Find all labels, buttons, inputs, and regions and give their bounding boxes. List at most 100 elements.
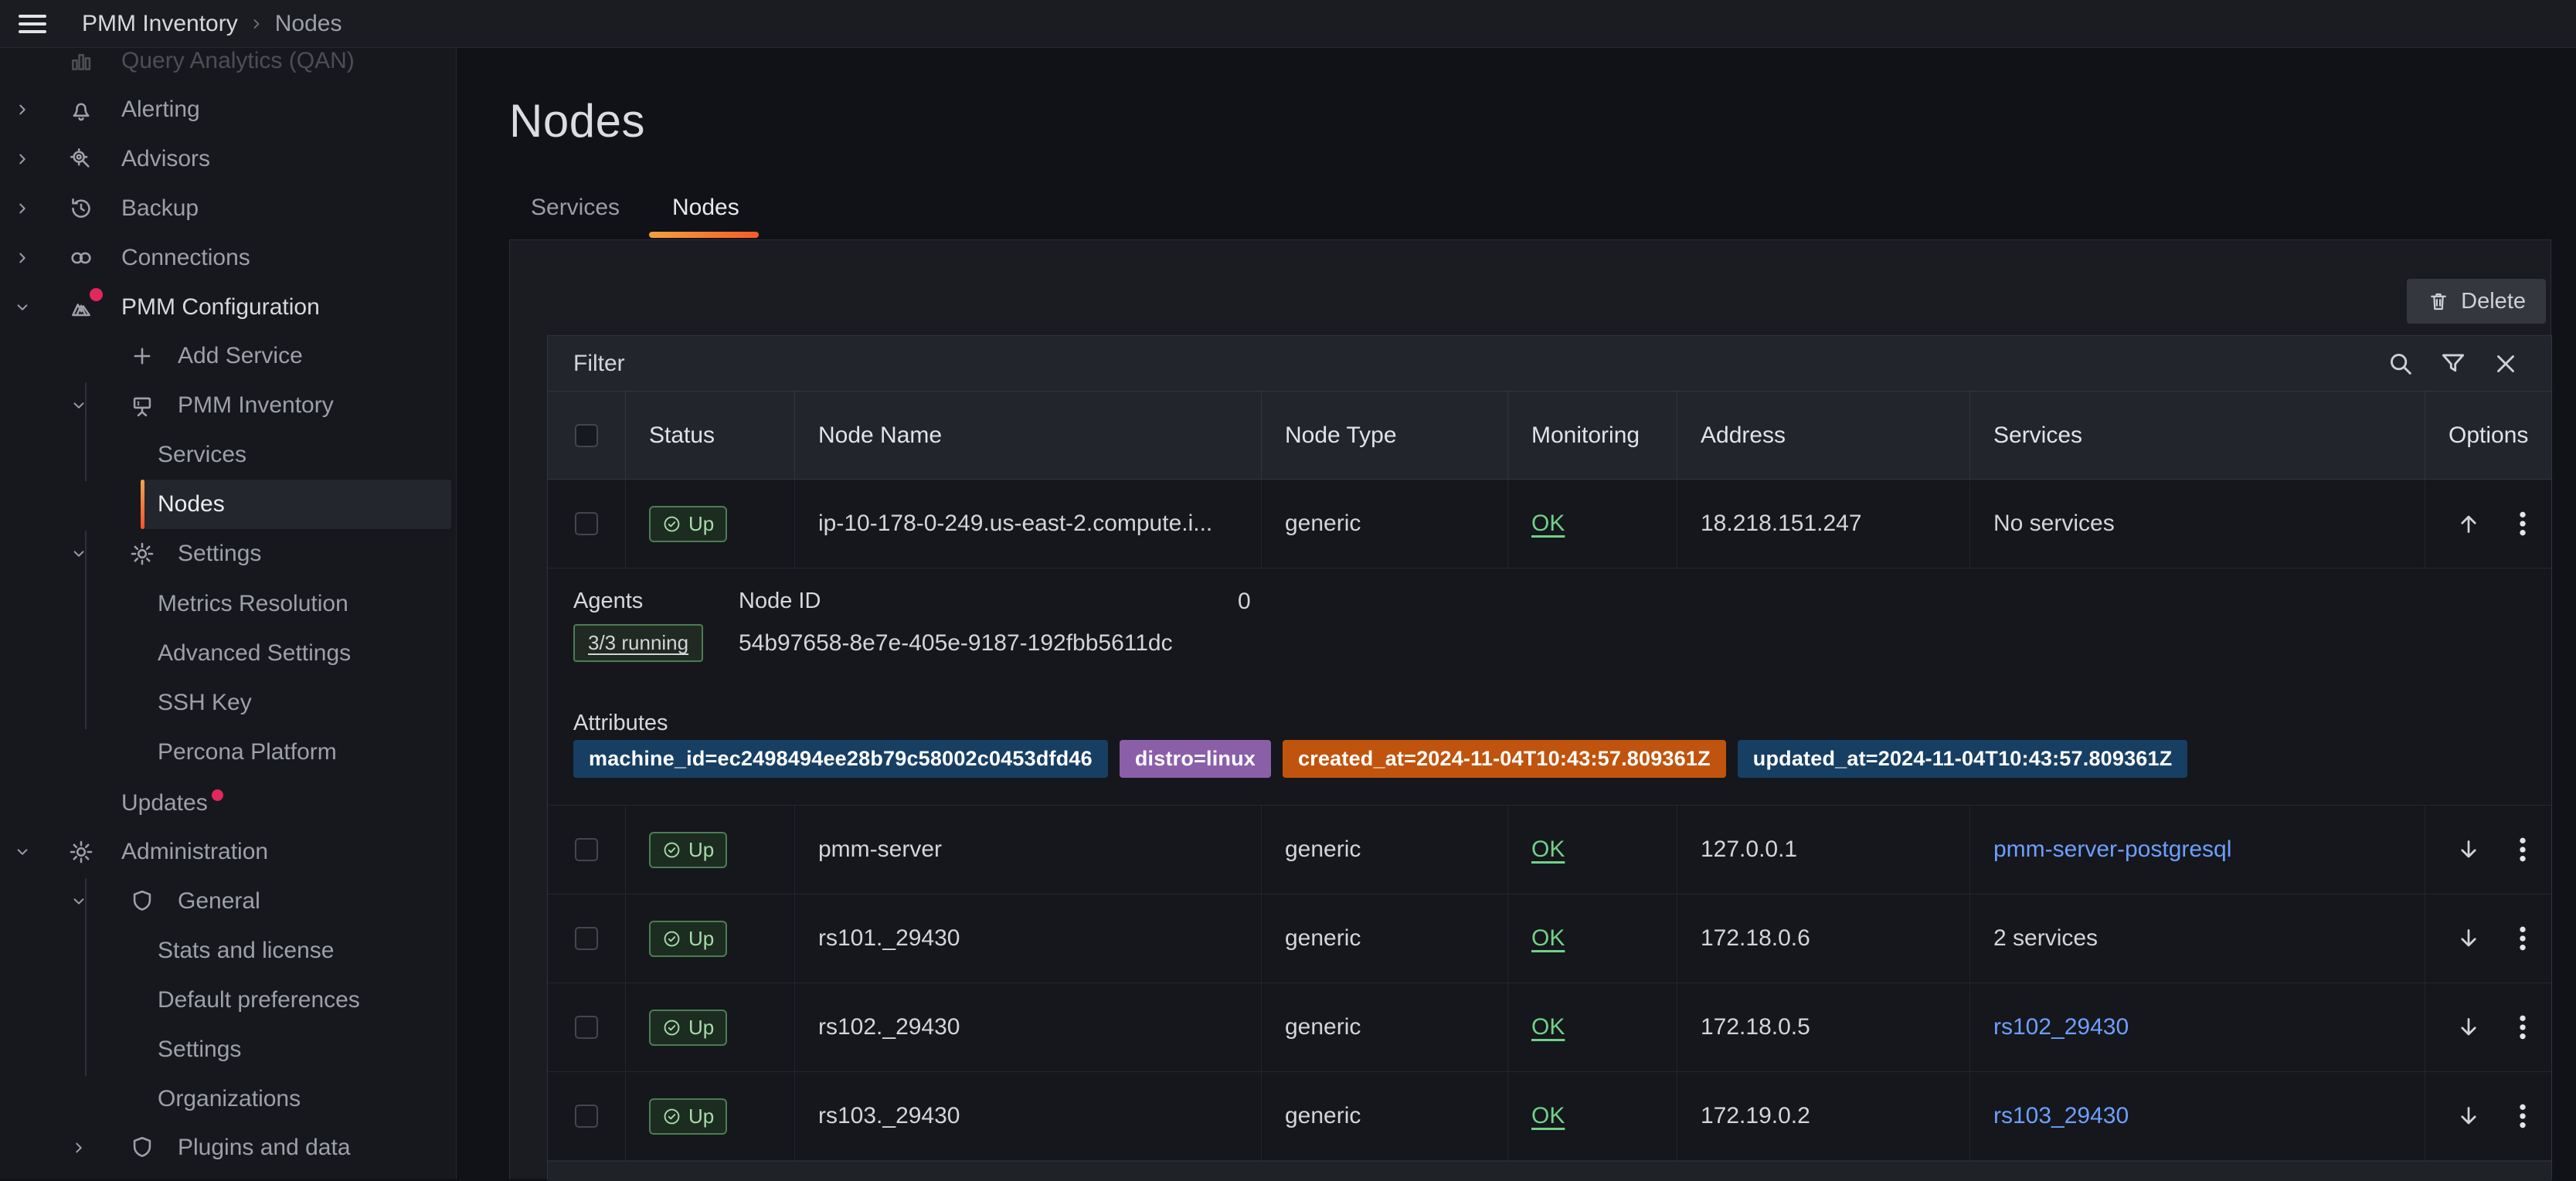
sidebar-item-plugins-and-data[interactable]: Plugins and data	[0, 1123, 457, 1173]
node-type: generic	[1262, 894, 1508, 982]
select-all-checkbox[interactable]	[575, 424, 598, 447]
chevron-right-icon[interactable]	[12, 248, 32, 268]
attribute-badge: updated_at=2024-11-04T10:43:57.809361Z	[1738, 740, 2188, 778]
chevron-down-icon[interactable]	[12, 297, 32, 317]
attributes-list: machine_id=ec2498494ee28b79c58002c0453df…	[573, 740, 2187, 778]
tree-guide	[85, 531, 87, 729]
node-address: 172.19.0.2	[1677, 1072, 1970, 1160]
agents-running-badge[interactable]: 3/3 running	[573, 624, 703, 662]
row-checkbox[interactable]	[575, 1105, 598, 1128]
sidebar-item-connections[interactable]: Connections	[0, 233, 457, 283]
sidebar-item-label: Services	[158, 430, 246, 480]
chevron-down-icon[interactable]	[12, 842, 32, 862]
sidebar-item-nodes[interactable]: Nodes	[0, 480, 457, 529]
sidebar-item-label: PMM Inventory	[178, 381, 334, 430]
menu-toggle-icon[interactable]	[19, 15, 46, 35]
sidebar-item-administration[interactable]: Administration	[0, 827, 457, 877]
column-header-status[interactable]: Status	[626, 392, 795, 479]
column-header-node-name[interactable]: Node Name	[795, 392, 1262, 479]
arrow-down-icon[interactable]	[2455, 925, 2483, 952]
arrow-down-icon[interactable]	[2455, 836, 2483, 864]
sidebar-item-label: SSH Key	[158, 678, 252, 728]
topbar: PMM Inventory Nodes	[0, 0, 2576, 48]
sidebar-item-metrics-resolution[interactable]: Metrics Resolution	[0, 579, 457, 629]
service-link[interactable]: pmm-server-postgresql	[1993, 837, 2231, 863]
sidebar-item-alerting[interactable]: Alerting	[0, 85, 457, 134]
row-checkbox[interactable]	[575, 838, 598, 861]
main-content: Nodes Services Nodes Delete Filter Statu…	[457, 48, 2576, 1179]
column-header-address[interactable]: Address	[1677, 392, 1970, 479]
monitoring-link[interactable]: OK	[1531, 925, 1565, 952]
column-header-node-type[interactable]: Node Type	[1262, 392, 1508, 479]
bar-chart-icon	[68, 48, 94, 74]
table-row: Uprs103._29430genericOK172.19.0.2rs103_2…	[548, 1072, 2551, 1161]
sidebar-item-percona-platform[interactable]: Percona Platform	[0, 728, 457, 777]
sidebar-item-ssh-key[interactable]: SSH Key	[0, 678, 457, 728]
table-row: Uprs102._29430genericOK172.18.0.5rs102_2…	[548, 983, 2551, 1072]
monitoring-link[interactable]: OK	[1531, 1014, 1565, 1040]
kebab-icon[interactable]	[2507, 1012, 2538, 1043]
search-icon[interactable]	[2386, 349, 2415, 378]
sidebar-item-general[interactable]: General	[0, 877, 457, 926]
sidebar-item-backup[interactable]: Backup	[0, 184, 457, 233]
sidebar-item-label: Settings	[158, 1025, 241, 1074]
sidebar-item-pmm-configuration[interactable]: PMM Configuration	[0, 283, 457, 332]
sidebar-item-settings[interactable]: Settings	[0, 1025, 457, 1074]
inventory-icon	[129, 392, 155, 419]
status-badge: Up	[649, 832, 727, 868]
kebab-icon[interactable]	[2507, 834, 2538, 865]
status-badge: Up	[649, 1098, 727, 1135]
sidebar-item-default-preferences[interactable]: Default preferences	[0, 976, 457, 1025]
tab-services[interactable]: Services	[531, 185, 620, 230]
monitoring-link[interactable]: OK	[1531, 511, 1565, 537]
filter-funnel-icon[interactable]	[2438, 349, 2468, 378]
arrow-down-icon[interactable]	[2455, 1102, 2483, 1130]
notification-dot	[90, 288, 103, 301]
sidebar-item-advanced-settings[interactable]: Advanced Settings	[0, 629, 457, 678]
chevron-right-icon[interactable]	[12, 149, 32, 169]
sidebar-item-label: General	[178, 877, 260, 926]
column-header-options[interactable]: Options	[2425, 392, 2551, 479]
sidebar-item-query-analytics-qan[interactable]: Query Analytics (QAN)	[0, 48, 457, 86]
kebab-icon[interactable]	[2507, 1101, 2538, 1132]
check-circle-icon	[662, 840, 681, 860]
sidebar-item-organizations[interactable]: Organizations	[0, 1074, 457, 1124]
row-checkbox[interactable]	[575, 927, 598, 950]
sidebar-item-advisors[interactable]: Advisors	[0, 134, 457, 184]
gear-icon	[129, 541, 155, 567]
breadcrumb-pmm-inventory[interactable]: PMM Inventory	[82, 11, 238, 37]
chevron-right-icon[interactable]	[12, 100, 32, 120]
sidebar-item-label: Default preferences	[158, 976, 360, 1025]
kebab-icon[interactable]	[2507, 923, 2538, 954]
service-link[interactable]: rs102_29430	[1993, 1014, 2129, 1040]
sidebar-item-label: Connections	[121, 233, 250, 283]
node-name: pmm-server	[795, 806, 1262, 894]
node-address: 172.18.0.5	[1677, 983, 1970, 1071]
chevron-right-icon[interactable]	[12, 199, 32, 219]
tab-nodes[interactable]: Nodes	[672, 185, 739, 230]
sidebar-item-services[interactable]: Services	[0, 430, 457, 480]
sidebar-item-add-service[interactable]: Add Service	[0, 331, 457, 381]
sidebar-item-stats-and-license[interactable]: Stats and license	[0, 926, 457, 976]
monitoring-link[interactable]: OK	[1531, 1103, 1565, 1129]
row-checkbox[interactable]	[575, 1016, 598, 1039]
kebab-icon[interactable]	[2507, 508, 2538, 539]
sidebar-item-label: Settings	[178, 529, 261, 579]
delete-button[interactable]: Delete	[2407, 279, 2546, 324]
close-icon[interactable]	[2491, 349, 2520, 378]
sidebar-item-updates[interactable]: Updates	[0, 779, 457, 828]
sidebar-item-label: Backup	[121, 184, 199, 233]
monitoring-link[interactable]: OK	[1531, 837, 1565, 863]
sidebar-item-label: Percona Platform	[158, 728, 337, 777]
sidebar-item-pmm-inventory[interactable]: PMM Inventory	[0, 381, 457, 430]
sidebar-item-label: Advanced Settings	[158, 629, 351, 678]
node-id-value: 54b97658-8e7e-405e-9187-192fbb5611dc	[739, 630, 1173, 657]
row-checkbox[interactable]	[575, 512, 598, 535]
column-header-services[interactable]: Services	[1970, 392, 2425, 479]
sidebar-item-settings[interactable]: Settings	[0, 529, 457, 579]
arrow-up-icon[interactable]	[2455, 510, 2483, 538]
service-link[interactable]: rs103_29430	[1993, 1103, 2129, 1129]
chevron-right-icon[interactable]	[69, 1138, 89, 1158]
column-header-monitoring[interactable]: Monitoring	[1508, 392, 1677, 479]
arrow-down-icon[interactable]	[2455, 1013, 2483, 1041]
